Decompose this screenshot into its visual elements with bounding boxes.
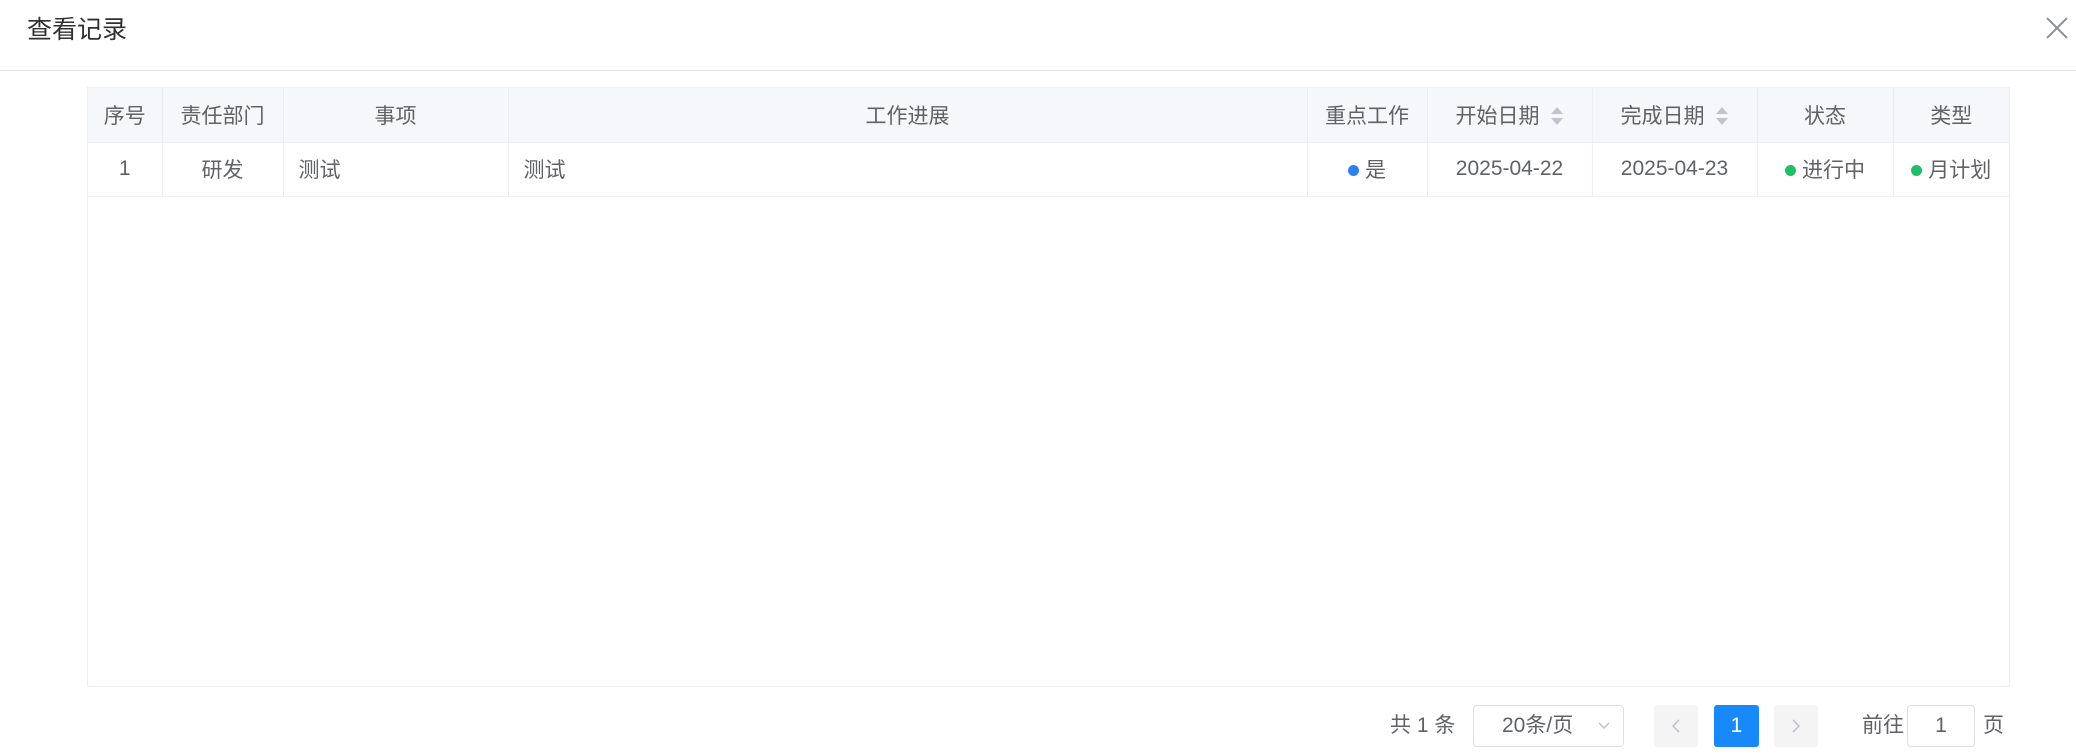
chevron-down-icon [1598,722,1610,730]
sort-caret-icon[interactable] [1715,105,1729,127]
header-item: 事项 [283,88,509,143]
table-row[interactable]: 1 研发 测试 测试 是 2025-04-22 2025-04-23 进行中 月… [88,142,2009,197]
table-header-row: 序号 责任部门 事项 工作进展 重点工作 开始日期 完成日期 状态 类型 [88,88,2009,143]
next-page-button[interactable] [1774,705,1818,747]
header-dept: 责任部门 [162,88,284,143]
prev-page-button[interactable] [1654,705,1698,747]
cell-dept: 研发 [162,142,284,197]
dialog-header: 查看记录 [0,0,2076,71]
cell-index: 1 [88,142,163,197]
cell-type-label: 月计划 [1928,159,1992,182]
cell-start-date: 2025-04-22 [1427,142,1593,197]
header-end-date[interactable]: 完成日期 [1592,88,1758,143]
page-size-value: 20条/页 [1502,714,1574,737]
goto-label: 前往 [1862,714,1904,737]
header-key: 重点工作 [1307,88,1428,143]
records-table: 序号 责任部门 事项 工作进展 重点工作 开始日期 完成日期 状态 类型 1 研… [87,87,2010,687]
page-number-current[interactable]: 1 [1714,705,1759,747]
status-dot-icon [1785,164,1796,176]
cell-key: 是 [1307,142,1428,197]
close-button[interactable] [2042,13,2072,43]
header-type: 类型 [1893,88,2009,143]
header-start-date[interactable]: 开始日期 [1427,88,1593,143]
cell-progress: 测试 [508,142,1308,197]
goto-page-input[interactable] [1907,705,1975,747]
header-start-date-label: 开始日期 [1455,104,1540,128]
cell-end-date: 2025-04-23 [1592,142,1758,197]
header-progress: 工作进展 [508,88,1308,143]
chevron-right-icon [1792,719,1801,733]
type-dot-icon [1911,164,1923,176]
page-size-select[interactable]: 20条/页 [1473,705,1624,747]
goto-suffix: 页 [1983,714,2004,737]
cell-key-label: 是 [1365,159,1386,182]
cell-status: 进行中 [1757,142,1894,197]
key-dot-icon [1348,164,1359,176]
header-end-date-label: 完成日期 [1620,104,1705,128]
chevron-left-icon [1671,719,1680,733]
cell-item: 测试 [283,142,509,197]
close-icon [2046,17,2068,39]
dialog-title: 查看记录 [27,16,128,44]
sort-caret-icon[interactable] [1550,105,1564,127]
header-status: 状态 [1757,88,1894,143]
cell-status-label: 进行中 [1802,159,1865,182]
pagination-total: 共 1 条 [1390,714,1456,737]
header-index: 序号 [88,88,163,143]
cell-type: 月计划 [1893,142,2009,197]
